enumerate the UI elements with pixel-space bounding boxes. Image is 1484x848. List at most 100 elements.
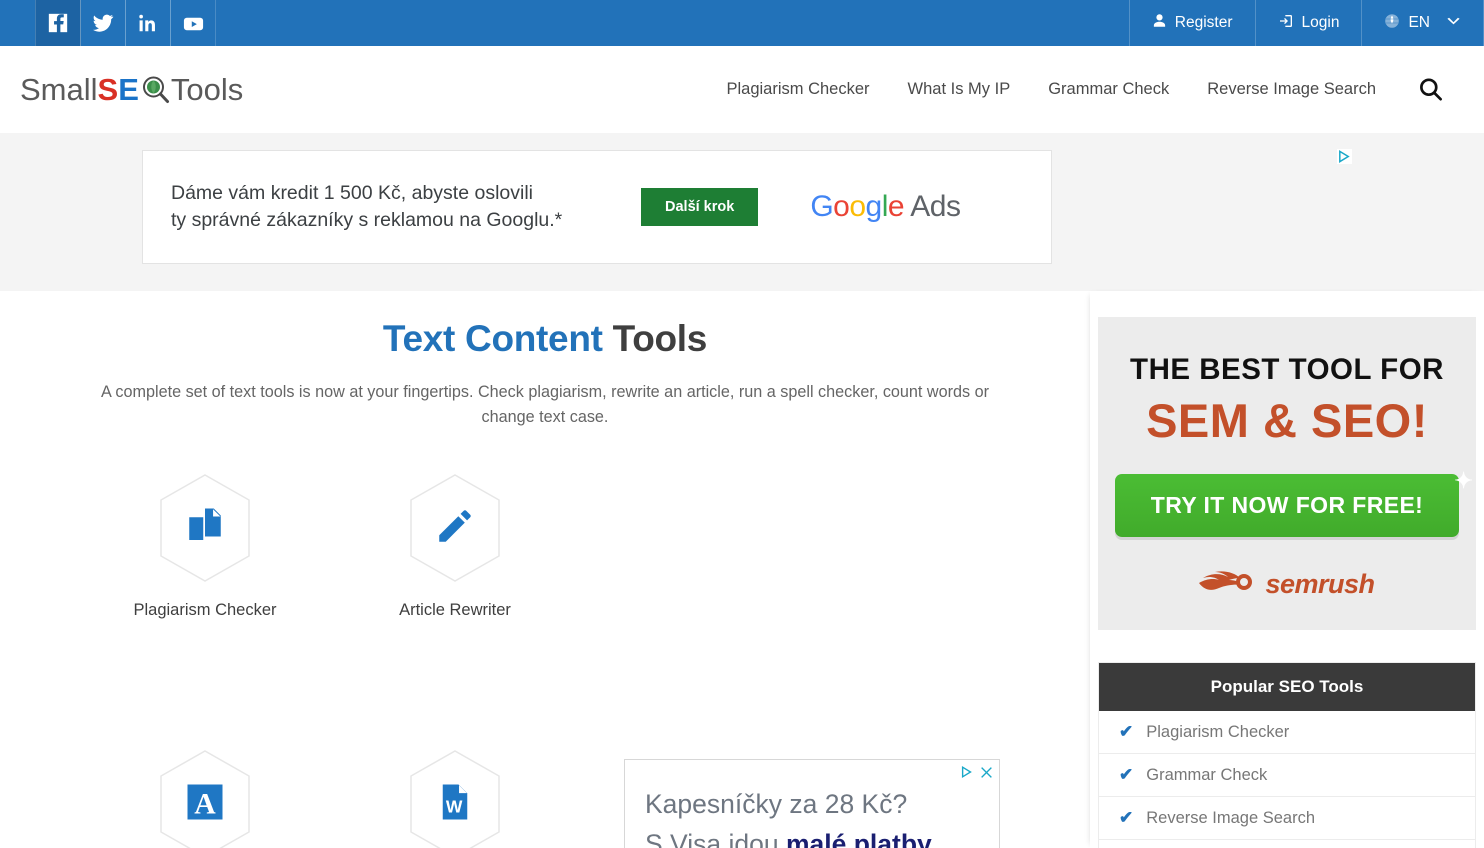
- twitter-icon[interactable]: [80, 0, 126, 46]
- register-label: Register: [1174, 14, 1233, 31]
- popular-tool-label: Plagiarism Checker: [1146, 722, 1290, 741]
- page-subtitle: A complete set of text tools is now at y…: [100, 383, 989, 426]
- main-content: Text Content Tools A complete set of tex…: [0, 291, 1090, 848]
- tool-hex-frame: [156, 473, 254, 583]
- nav-reverse-image-search[interactable]: Reverse Image Search: [1188, 80, 1395, 99]
- top-ad-strip: Dáme vám kredit 1 500 Kč, abyste oslovil…: [0, 133, 1484, 291]
- linkedin-icon[interactable]: [125, 0, 171, 46]
- visa-ad-line2-bold: malé platby: [785, 829, 932, 848]
- tool-letter-a[interactable]: A: [80, 749, 330, 848]
- semrush-ad[interactable]: THE BEST TOOL FOR SEM & SEO! TRY IT NOW …: [1098, 317, 1476, 630]
- page-title-rest: Tools: [602, 318, 708, 359]
- logo-small: Small: [20, 71, 98, 107]
- letter-a-icon: A: [184, 781, 226, 828]
- google-ads-line2: ty správné zákazníky s reklamou na Googl…: [171, 209, 563, 231]
- check-icon: ✔: [1119, 765, 1134, 784]
- logo-e: E: [118, 71, 139, 107]
- visa-inline-ad[interactable]: Kapesníčky za 28 Kč? S Visa jdou malé pl…: [624, 759, 1000, 848]
- popular-tool-item[interactable]: ✔ Reverse Image Search: [1099, 797, 1475, 840]
- close-icon[interactable]: [980, 766, 993, 784]
- check-icon: ✔: [1119, 722, 1134, 741]
- site-header: Small S E Tools Plagiarism Checker What Is…: [0, 46, 1484, 133]
- page-root: Register Login EN Small S E Tools Plagia…: [0, 0, 1484, 848]
- sparkle-icon: ✦: [1454, 468, 1474, 493]
- svg-text:A: A: [194, 787, 216, 820]
- logo-magnifier-icon: [140, 74, 170, 105]
- tool-label[interactable]: Plagiarism Checker: [80, 601, 330, 620]
- google-logo-g: G: [810, 190, 834, 223]
- google-ads-logo: Google Ads: [810, 190, 961, 224]
- site-logo[interactable]: Small S E Tools: [20, 72, 243, 108]
- google-ads-cta-button[interactable]: Další krok: [641, 188, 759, 226]
- semrush-cta-button[interactable]: TRY IT NOW FOR FREE! ✦: [1114, 468, 1473, 537]
- popular-tool-item[interactable]: ✔ Word Counter: [1099, 840, 1475, 848]
- google-logo-o1: o: [833, 190, 850, 223]
- top-utility-bar: Register Login EN: [0, 0, 1484, 46]
- google-ads-copy: Dáme vám kredit 1 500 Kč, abyste oslovil…: [171, 180, 641, 234]
- adchoices-icon[interactable]: [960, 765, 974, 784]
- tool-hex-frame: A: [156, 749, 254, 848]
- popular-tool-item[interactable]: ✔ Grammar Check: [1099, 754, 1475, 797]
- visa-ad-line2-plain: S Visa jdou: [645, 829, 786, 848]
- word-document-icon: W: [434, 781, 476, 828]
- tool-hex-frame: [406, 473, 504, 583]
- nav-what-is-my-ip[interactable]: What Is My IP: [889, 80, 1030, 99]
- chevron-down-icon: [1446, 16, 1461, 30]
- google-logo-ads: Ads: [904, 190, 961, 223]
- popular-seo-tools-title: Popular SEO Tools: [1099, 663, 1475, 711]
- pencil-icon: [434, 505, 476, 552]
- tool-hex-frame: W: [406, 749, 504, 848]
- youtube-icon[interactable]: [170, 0, 216, 46]
- visa-ad-headline: Kapesníčky za 28 Kč? S Visa jdou malé pl…: [645, 784, 975, 848]
- tool-word-document[interactable]: W: [330, 749, 580, 848]
- page-title: Text Content Tools: [0, 318, 1090, 360]
- check-icon: ✔: [1119, 808, 1134, 827]
- logo-tools: Tools: [170, 71, 244, 107]
- page-title-highlight: Text Content: [382, 318, 603, 359]
- tool-article-rewriter[interactable]: Article Rewriter: [330, 473, 580, 620]
- sign-in-icon: [1278, 13, 1294, 34]
- language-selector[interactable]: EN: [1361, 0, 1484, 46]
- register-button[interactable]: Register: [1128, 0, 1255, 46]
- user-icon: [1152, 13, 1167, 33]
- tools-grid: Plagiarism Checker Article Rewriter A W: [80, 473, 580, 848]
- login-button[interactable]: Login: [1254, 0, 1362, 46]
- semrush-cta-label: TRY IT NOW FOR FREE!: [1150, 492, 1424, 518]
- nav-plagiarism-checker[interactable]: Plagiarism Checker: [707, 80, 888, 99]
- google-ads-line1: Dáme vám kredit 1 500 Kč, abyste oslovil…: [171, 182, 533, 204]
- language-label: EN: [1408, 14, 1430, 31]
- tools-row-2: A W: [80, 749, 580, 848]
- flame-icon: [1199, 569, 1255, 600]
- facebook-icon[interactable]: [35, 0, 81, 46]
- login-label: Login: [1301, 14, 1340, 31]
- sidebar: THE BEST TOOL FOR SEM & SEO! TRY IT NOW …: [1090, 291, 1484, 848]
- main-navigation: Plagiarism Checker What Is My IP Grammar…: [707, 76, 1468, 103]
- adchoices-icon[interactable]: [1337, 149, 1352, 164]
- google-logo-e: e: [887, 190, 905, 223]
- svg-text:W: W: [446, 796, 463, 816]
- tools-row-1: Plagiarism Checker Article Rewriter: [80, 473, 580, 620]
- popular-tool-item[interactable]: ✔ Plagiarism Checker: [1099, 711, 1475, 754]
- semrush-ad-line1: THE BEST TOOL FOR: [1130, 353, 1444, 386]
- visa-ad-line1: Kapesníčky za 28 Kč?: [645, 789, 908, 819]
- visa-ad-line2: S Visa jdou malé platby: [645, 824, 975, 848]
- nav-grammar-check[interactable]: Grammar Check: [1029, 80, 1188, 99]
- popular-tool-label: Grammar Check: [1146, 765, 1268, 784]
- tool-plagiarism-checker[interactable]: Plagiarism Checker: [80, 473, 330, 620]
- tool-label[interactable]: Article Rewriter: [330, 601, 580, 620]
- account-controls: Register Login EN: [1128, 0, 1484, 46]
- popular-seo-tools-panel: Popular SEO Tools ✔ Plagiarism Checker ✔…: [1098, 662, 1476, 848]
- semrush-brand-label: semrush: [1265, 569, 1375, 599]
- google-ads-banner[interactable]: Dáme vám kredit 1 500 Kč, abyste oslovil…: [142, 150, 1052, 264]
- globe-icon: [1384, 13, 1400, 34]
- semrush-ad-line2: SEM & SEO!: [1146, 394, 1428, 447]
- google-logo-o2: o: [849, 190, 866, 223]
- search-icon[interactable]: [1417, 76, 1444, 103]
- social-links: [35, 0, 216, 46]
- popular-tool-label: Reverse Image Search: [1146, 808, 1315, 827]
- google-logo-g2: g: [865, 190, 883, 223]
- visa-ad-controls: [960, 765, 993, 784]
- semrush-logo: semrush: [1199, 569, 1375, 600]
- copy-documents-icon: [184, 505, 226, 552]
